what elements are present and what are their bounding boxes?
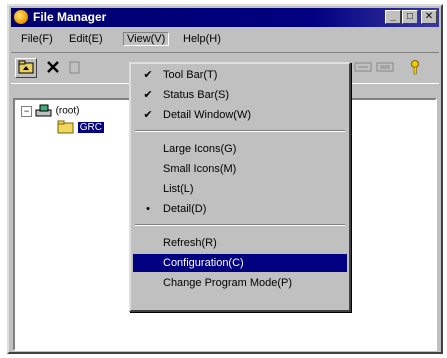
menu-item-status-bar[interactable]: ✔ Status Bar(S) xyxy=(133,86,347,104)
delete-button[interactable] xyxy=(43,58,65,78)
menu-item-refresh[interactable]: Refresh(R) xyxy=(133,234,347,252)
menu-help[interactable]: Help(H) xyxy=(179,32,225,46)
app-icon xyxy=(14,10,28,24)
drive-icon xyxy=(35,104,52,117)
close-button[interactable]: ✕ xyxy=(421,10,437,24)
minimize-button[interactable]: _ xyxy=(385,10,401,24)
menu-file[interactable]: File(F) xyxy=(17,32,57,46)
window-title: File Manager xyxy=(33,10,107,24)
menu-item-tool-bar[interactable]: ✔ Tool Bar(T) xyxy=(133,66,347,84)
menu-item-label: Status Bar(S) xyxy=(163,89,230,101)
menu-item-label: Detail(D) xyxy=(163,203,207,215)
menu-edit[interactable]: Edit(E) xyxy=(65,32,107,46)
folder-open-icon xyxy=(57,120,74,134)
file-manager-window: File Manager _ □ ✕ File(F) Edit(E) View(… xyxy=(7,4,443,354)
view-menu-dropdown: ✔ Tool Bar(T) ✔ Status Bar(S) ✔ Detail W… xyxy=(129,62,351,312)
tree-root-row[interactable]: − (root) xyxy=(21,104,79,118)
tree-root-label: (root) xyxy=(55,105,80,117)
properties-icon xyxy=(69,61,80,74)
menu-item-list[interactable]: List(L) xyxy=(133,180,347,198)
menu-view[interactable]: View(V) xyxy=(123,32,170,46)
properties-button[interactable] xyxy=(65,58,87,78)
menu-item-label: Tool Bar(T) xyxy=(163,69,218,81)
menu-bar: File(F) Edit(E) View(V) Help(H) xyxy=(11,30,439,49)
menu-item-label: Configuration(C) xyxy=(163,257,244,269)
menu-item-detail-window[interactable]: ✔ Detail Window(W) xyxy=(133,106,347,124)
view-list-button[interactable] xyxy=(353,58,375,78)
menu-item-label: Refresh(R) xyxy=(163,237,217,249)
check-icon: ✔ xyxy=(143,89,153,101)
detail-view-icon xyxy=(376,62,394,72)
menu-item-change-program-mode[interactable]: Change Program Mode(P) xyxy=(133,274,347,292)
menu-separator xyxy=(135,224,345,226)
view-detail-button[interactable] xyxy=(375,58,397,78)
title-bar[interactable]: File Manager _ □ ✕ xyxy=(11,8,439,27)
maximize-button[interactable]: □ xyxy=(402,10,418,24)
up-folder-button[interactable] xyxy=(15,58,37,78)
menu-item-label: Small Icons(M) xyxy=(163,163,237,175)
radio-dot-icon: • xyxy=(146,203,150,215)
check-icon: ✔ xyxy=(143,109,153,121)
menu-item-large-icons[interactable]: Large Icons(G) xyxy=(133,140,347,158)
help-button[interactable] xyxy=(405,58,427,78)
menu-item-detail[interactable]: • Detail(D) xyxy=(133,200,347,218)
menu-item-small-icons[interactable]: Small Icons(M) xyxy=(133,160,347,178)
menu-item-label: List(L) xyxy=(163,183,194,195)
collapse-icon[interactable]: − xyxy=(21,105,32,117)
check-icon: ✔ xyxy=(143,69,153,81)
menu-item-label: Change Program Mode(P) xyxy=(163,277,293,289)
tree-folder-row[interactable]: GRC xyxy=(57,120,105,134)
menu-item-label: Detail Window(W) xyxy=(163,109,252,121)
menu-item-configuration[interactable]: Configuration(C) xyxy=(133,254,347,272)
delete-x-icon xyxy=(47,61,59,73)
menu-item-label: Large Icons(G) xyxy=(163,143,237,155)
tree-selected-label: GRC xyxy=(77,121,105,133)
menu-separator xyxy=(135,130,345,132)
up-folder-icon xyxy=(18,60,34,74)
help-icon xyxy=(411,60,419,75)
list-view-icon xyxy=(354,62,372,72)
